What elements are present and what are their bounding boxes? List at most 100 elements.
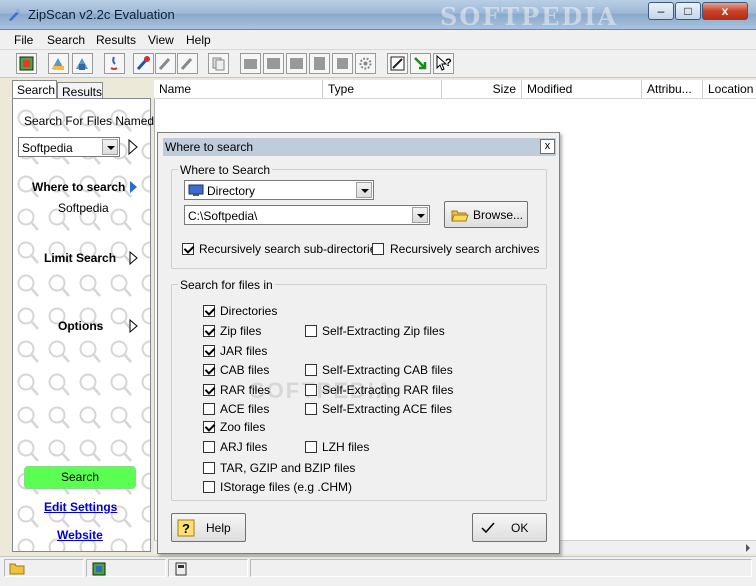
app-icon <box>6 7 22 23</box>
help-label: Help <box>206 521 231 535</box>
stop-icon[interactable] <box>155 53 176 74</box>
extra-type-checkbox[interactable] <box>305 364 317 376</box>
folder-open-icon <box>451 210 469 222</box>
ok-button[interactable]: OK <box>472 513 547 542</box>
java-icon[interactable] <box>104 53 125 74</box>
save-icon[interactable] <box>72 53 93 74</box>
file-type-checkbox[interactable] <box>203 364 215 376</box>
archive-icon <box>92 562 106 576</box>
chevron-down-icon[interactable] <box>102 139 118 155</box>
recurse-dirs-checkbox[interactable] <box>182 243 194 255</box>
column-size[interactable]: Size <box>442 80 522 99</box>
file-type-label: ACE files <box>220 402 270 416</box>
scroll-right-icon[interactable] <box>744 544 752 552</box>
recurse-archives-checkbox[interactable] <box>372 243 384 255</box>
file-type-checkbox[interactable] <box>203 481 215 493</box>
file-type-checkbox[interactable] <box>203 345 215 357</box>
tab-search[interactable]: Search <box>12 80 57 100</box>
file-type-label: ARJ files <box>220 440 268 454</box>
file-type-checkbox[interactable] <box>203 384 215 396</box>
files-group-title: Search for files in <box>178 278 275 292</box>
new-search-icon[interactable] <box>16 53 37 74</box>
extra-type-checkbox[interactable] <box>305 403 317 415</box>
options-label[interactable]: Options <box>58 319 103 333</box>
ok-label: OK <box>511 521 529 535</box>
archive-icon[interactable] <box>263 53 284 74</box>
arrow-right-icon[interactable] <box>129 251 139 265</box>
extra-type-label: Self-Extracting RAR files <box>322 383 454 397</box>
menu-file[interactable]: File <box>14 33 33 47</box>
chevron-down-icon[interactable] <box>412 207 428 223</box>
maximize-button[interactable]: □ <box>675 2 701 20</box>
help-button[interactable]: ? Help <box>171 513 246 542</box>
file-type-label: JAR files <box>220 344 268 358</box>
path-combo[interactable]: C:\Softpedia\ <box>184 205 430 225</box>
menu-bar: File Search Results View Help <box>0 30 756 50</box>
extra-type-label: LZH files <box>322 440 370 454</box>
extra-type-label: Self-Extracting CAB files <box>322 363 453 377</box>
where-to-search-label[interactable]: Where to search <box>32 180 125 194</box>
column-location[interactable]: Location <box>703 80 756 99</box>
file-type-checkbox[interactable] <box>203 403 215 415</box>
file-type-label: RAR files <box>220 383 271 397</box>
calculator-icon <box>175 562 187 576</box>
status-cell-3 <box>168 559 248 577</box>
menu-results[interactable]: Results <box>96 33 136 47</box>
recurse-dirs-label: Recursively search sub-directories <box>199 242 383 256</box>
svg-text:?: ? <box>182 521 190 536</box>
menu-view[interactable]: View <box>148 33 174 47</box>
run-icon[interactable] <box>133 53 154 74</box>
help-icon: ? <box>177 519 195 537</box>
extract-icon[interactable] <box>286 53 307 74</box>
file-type-label: CAB files <box>220 363 270 377</box>
column-type[interactable]: Type <box>323 80 442 99</box>
pause-icon[interactable] <box>177 53 198 74</box>
filename-combo[interactable]: Softpedia <box>18 137 120 157</box>
extra-type-checkbox[interactable] <box>305 325 317 337</box>
minimize-button[interactable]: – <box>648 2 674 20</box>
export-icon[interactable] <box>387 53 408 74</box>
search-button[interactable]: Search <box>24 466 136 489</box>
location-type-combo[interactable]: Directory <box>184 180 374 200</box>
where-group-title: Where to Search <box>178 163 273 177</box>
website-link[interactable]: Website <box>57 528 103 542</box>
properties-icon[interactable] <box>332 53 353 74</box>
menu-search[interactable]: Search <box>47 33 85 47</box>
file-type-checkbox[interactable] <box>203 441 215 453</box>
file-type-checkbox[interactable] <box>203 305 215 317</box>
column-modified[interactable]: Modified <box>522 80 642 99</box>
menu-help[interactable]: Help <box>186 33 211 47</box>
search-named-label: Search For Files Named <box>24 114 155 128</box>
column-name[interactable]: Name <box>154 80 323 99</box>
file-type-checkbox[interactable] <box>203 421 215 433</box>
watermark: SOFTPEDIA <box>440 2 619 31</box>
dialog-close-button[interactable]: x <box>540 139 555 154</box>
window-title: ZipScan v2.2c Evaluation <box>28 7 175 22</box>
help-cursor-icon[interactable]: ? <box>433 53 454 74</box>
recurse-archives-label: Recursively search archives <box>390 242 540 256</box>
folder-icon[interactable] <box>240 53 261 74</box>
zip-icon[interactable] <box>309 53 330 74</box>
close-button[interactable]: x <box>702 2 748 20</box>
copy-icon[interactable] <box>208 53 229 74</box>
file-type-label: IStorage files (e.g .CHM) <box>220 480 353 494</box>
file-type-checkbox[interactable] <box>203 462 215 474</box>
open-icon[interactable] <box>48 53 69 74</box>
arrow-right-icon[interactable] <box>129 180 139 194</box>
extra-type-checkbox[interactable] <box>305 384 317 396</box>
chevron-down-icon[interactable] <box>356 182 372 198</box>
column-attributes[interactable]: Attribu... <box>642 80 703 99</box>
gear-icon[interactable] <box>355 53 376 74</box>
checkmark-icon <box>481 522 495 534</box>
extra-type-checkbox[interactable] <box>305 441 317 453</box>
dialog-title-bar: Where to search <box>163 138 556 156</box>
title-bar: ZipScan v2.2c Evaluation SOFTPEDIA – □ x <box>0 0 756 31</box>
arrow-right-icon[interactable] <box>129 319 139 333</box>
arrow-right-icon[interactable] <box>127 139 139 155</box>
file-type-label: TAR, GZIP and BZIP files <box>220 461 356 475</box>
edit-settings-link[interactable]: Edit Settings <box>44 500 117 514</box>
file-type-checkbox[interactable] <box>203 325 215 337</box>
browse-button[interactable]: Browse... <box>444 201 528 228</box>
goto-arrow-icon[interactable] <box>410 53 431 74</box>
limit-search-label[interactable]: Limit Search <box>44 251 116 265</box>
